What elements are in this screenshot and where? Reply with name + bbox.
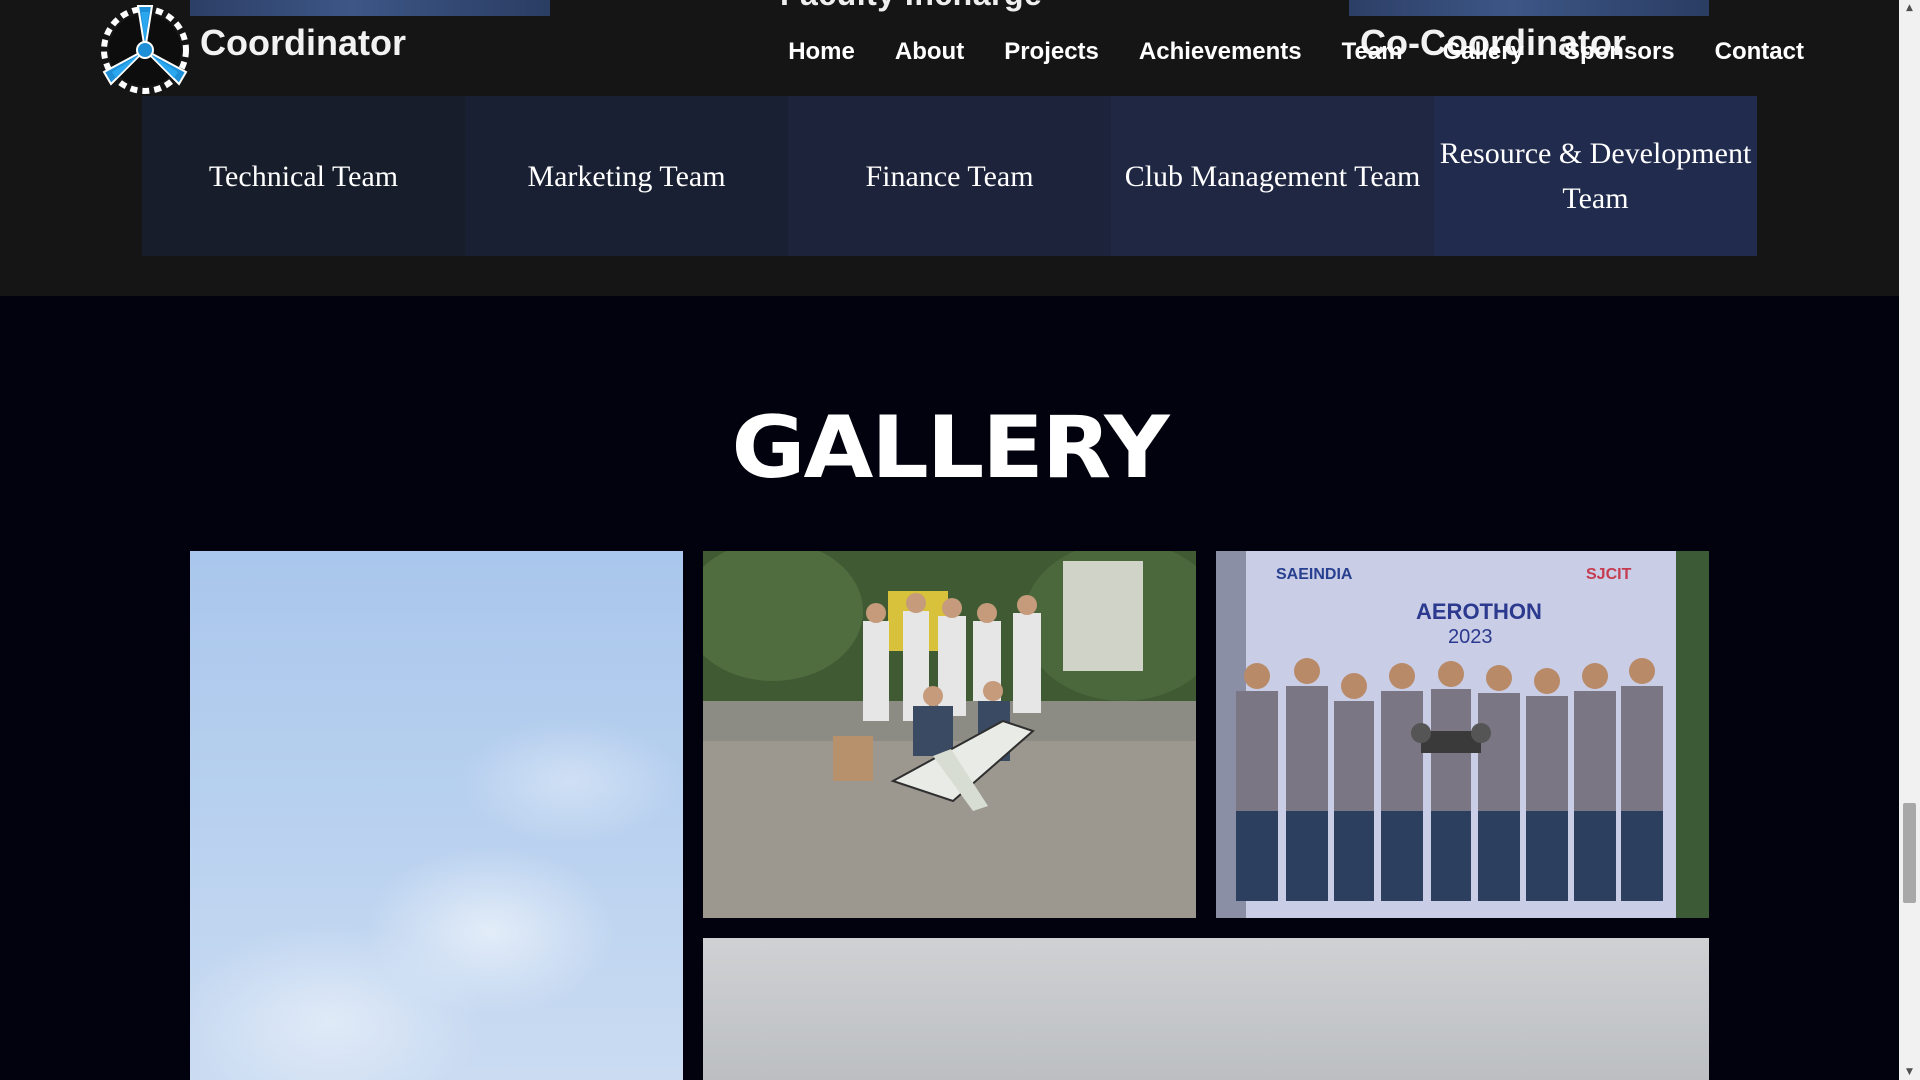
scroll-thumb[interactable]	[1903, 803, 1916, 903]
page-scrollbar[interactable]: ▲ ▼	[1899, 0, 1920, 1080]
aerothon-banner-year: 2023	[1448, 626, 1493, 648]
team-card-technical[interactable]: Technical Team	[142, 96, 465, 256]
gear-propeller-icon	[101, 5, 189, 94]
team-card-club-management[interactable]: Club Management Team	[1111, 96, 1434, 256]
aerothon-event-illustration: SAEINDIA SJCIT AEROTHON 2023	[1216, 551, 1709, 918]
sjcit-logo-text: SJCIT	[1586, 566, 1632, 583]
main-nav: Home About Projects Achievements Team Ga…	[788, 30, 1804, 74]
page: Faculty Incharge Coordinator Co-Coordina…	[0, 0, 1920, 1080]
nav-team[interactable]: Team	[1342, 30, 1403, 74]
gallery-photo-sky[interactable]	[190, 551, 683, 1080]
faculty-incharge-heading: Faculty Incharge	[780, 0, 1042, 13]
gallery-heading: GALLERY	[731, 398, 1169, 498]
nav-home[interactable]: Home	[788, 30, 855, 74]
team-categories: Technical Team Marketing Team Finance Te…	[142, 96, 1757, 256]
gallery-photo-aerothon[interactable]: SAEINDIA SJCIT AEROTHON 2023	[1216, 551, 1709, 918]
nav-sponsors[interactable]: Sponsors	[1564, 30, 1675, 74]
nav-projects[interactable]: Projects	[1004, 30, 1099, 74]
scroll-down-icon[interactable]: ▼	[1899, 1064, 1920, 1080]
coordinator-photo	[190, 0, 550, 16]
aerothon-banner-title: AEROTHON	[1416, 599, 1542, 624]
gallery-photo-overcast[interactable]	[703, 938, 1709, 1080]
site-logo[interactable]	[94, 0, 196, 96]
team-aircraft-illustration	[703, 551, 1196, 918]
team-card-resource-development[interactable]: Resource & Development Team	[1434, 96, 1757, 256]
nav-contact[interactable]: Contact	[1715, 30, 1804, 74]
gallery-photo-team-aircraft[interactable]	[703, 551, 1196, 918]
saeindia-logo-text: SAEINDIA	[1276, 566, 1353, 583]
team-card-finance[interactable]: Finance Team	[788, 96, 1111, 256]
nav-about[interactable]: About	[895, 30, 964, 74]
scroll-up-icon[interactable]: ▲	[1899, 0, 1920, 16]
co-coordinator-photo	[1349, 0, 1709, 16]
coordinator-label: Coordinator	[200, 22, 406, 63]
team-card-marketing[interactable]: Marketing Team	[465, 96, 788, 256]
nav-gallery[interactable]: Gallery	[1443, 30, 1524, 74]
nav-achievements[interactable]: Achievements	[1139, 30, 1302, 74]
